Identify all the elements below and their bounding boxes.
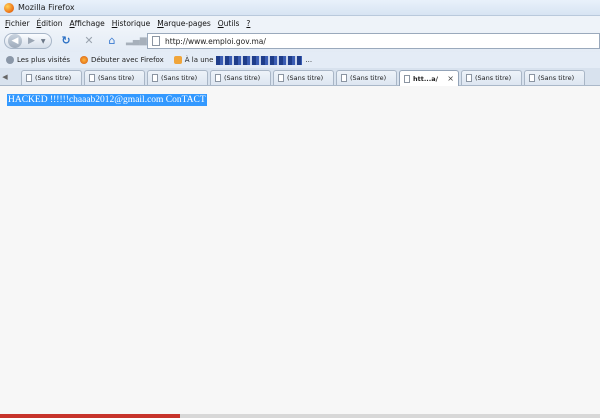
bookmark-getting-started[interactable]: Débuter avec Firefox	[80, 56, 164, 64]
tab[interactable]: (Sans titre)	[461, 70, 522, 85]
menu-outils[interactable]: Outils	[218, 19, 240, 28]
url-text: http://www.emploi.gov.ma/	[165, 36, 266, 46]
page-icon	[89, 74, 95, 82]
bookmarks-toolbar: Les plus visités Débuter avec Firefox À …	[0, 52, 600, 68]
tab[interactable]: (Sans titre)	[336, 70, 397, 85]
reload-icon[interactable]: ↻	[57, 33, 75, 49]
tab[interactable]: (Sans titre)	[147, 70, 208, 85]
page-icon	[466, 74, 472, 82]
firefox-logo-icon	[4, 2, 14, 13]
bookmark-headlines[interactable]: À la une ...	[173, 55, 312, 65]
menu-marque-pages[interactable]: Marque-pages	[157, 19, 211, 28]
tab[interactable]: (Sans titre)	[524, 70, 585, 85]
forward-arrow-icon[interactable]: ▶	[28, 36, 35, 46]
redacted-bookmark	[216, 55, 303, 65]
bookmark-most-visited[interactable]: Les plus visités	[6, 56, 70, 64]
tab[interactable]: (Sans titre)	[210, 70, 271, 85]
back-arrow-icon[interactable]: ◀	[8, 34, 22, 48]
home-icon[interactable]: ⌂	[103, 33, 121, 49]
history-dropdown-icon[interactable]: ▼	[41, 38, 46, 45]
page-icon	[215, 74, 221, 82]
page-icon	[278, 74, 284, 82]
page-icon	[529, 74, 535, 82]
page-icon	[341, 74, 347, 82]
tab[interactable]: (Sans titre)	[84, 70, 145, 85]
title-bar: Mozilla Firefox	[0, 0, 600, 16]
address-bar[interactable]: http://www.emploi.gov.ma/	[147, 33, 600, 49]
menu-bar: Fichier Édition Affichage Historique Mar…	[0, 16, 600, 30]
page-icon	[404, 74, 410, 83]
back-forward-group: ◀ ▶ ▼	[4, 33, 52, 49]
selected-page-text[interactable]: HACKED !!!!!!chaaab2012@gmail.com ConTAC…	[7, 94, 207, 106]
tab[interactable]: (Sans titre)	[273, 70, 334, 85]
menu-affichage[interactable]: Affichage	[70, 19, 105, 28]
menu-help[interactable]: ?	[246, 19, 250, 28]
tab-strip: ◀ (Sans titre) (Sans titre) (Sans titre)…	[0, 68, 600, 86]
close-tab-icon[interactable]: ×	[447, 74, 454, 83]
navigation-toolbar: ◀ ▶ ▼ ↻ ✕ ⌂ ▂▄▆ http://www.emploi.gov.ma…	[0, 30, 600, 52]
rss-icon	[173, 56, 182, 64]
gear-icon	[6, 56, 14, 64]
bottom-edge	[0, 414, 600, 418]
signal-bars-icon: ▂▄▆	[126, 36, 147, 46]
menu-historique[interactable]: Historique	[112, 19, 150, 28]
page-icon	[26, 74, 32, 82]
window-title: Mozilla Firefox	[18, 3, 75, 12]
tab-active[interactable]: htt...a/ ×	[399, 70, 459, 86]
firefox-icon	[80, 56, 89, 64]
tab-scroll-left-icon[interactable]: ◀	[0, 70, 10, 84]
menu-edition[interactable]: Édition	[37, 19, 63, 28]
tab[interactable]: (Sans titre)	[21, 70, 82, 85]
menu-fichier[interactable]: Fichier	[5, 19, 30, 28]
page-icon	[152, 74, 158, 82]
page-icon	[152, 36, 160, 46]
page-content: HACKED !!!!!!chaaab2012@gmail.com ConTAC…	[0, 86, 600, 414]
stop-icon[interactable]: ✕	[80, 33, 98, 49]
